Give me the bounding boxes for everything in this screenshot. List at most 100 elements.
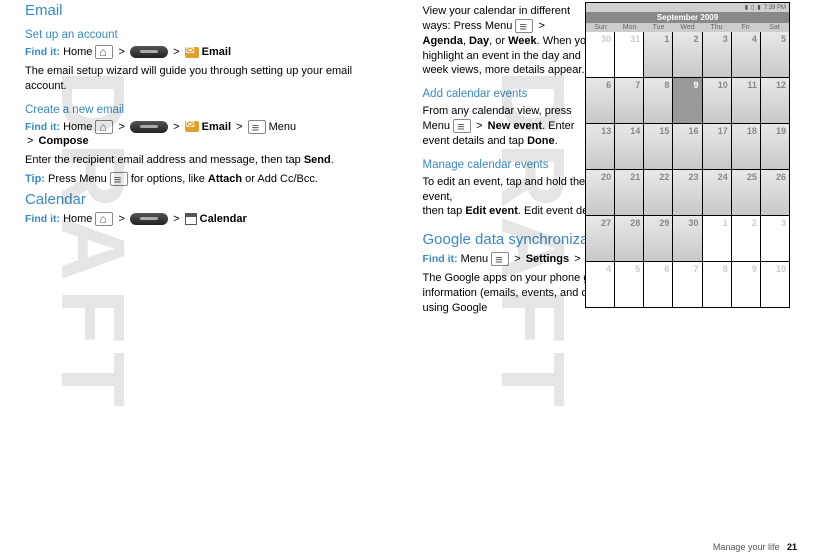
- home-text: Home: [63, 46, 92, 58]
- calendar-cell[interactable]: 24: [703, 170, 731, 215]
- calendar-cell[interactable]: 27: [586, 216, 614, 261]
- menu-text: Menu: [269, 121, 297, 133]
- calendar-cell[interactable]: 5: [615, 262, 643, 307]
- dow-cell: Sat: [760, 23, 789, 32]
- calendar-cell[interactable]: 11: [732, 78, 760, 123]
- gt: >: [236, 121, 242, 133]
- calendar-grid: 3031123456789101112131415161718192021222…: [586, 32, 789, 307]
- menu-icon: [248, 120, 266, 134]
- launcher-icon: [130, 121, 168, 133]
- dow-cell: Wed: [673, 23, 702, 32]
- calendar-cell[interactable]: 8: [703, 262, 731, 307]
- gt: >: [119, 46, 125, 58]
- dow-cell: Tue: [644, 23, 673, 32]
- calendar-cell[interactable]: 13: [586, 124, 614, 169]
- add-events-heading: Add calendar events: [423, 88, 593, 100]
- calendar-icon: [185, 213, 197, 225]
- home-icon: [95, 120, 113, 134]
- gt: >: [119, 213, 125, 225]
- calendar-cell[interactable]: 30: [586, 32, 614, 77]
- calendar-cell[interactable]: 9: [732, 262, 760, 307]
- calendar-cell[interactable]: 22: [644, 170, 672, 215]
- calendar-heading: Calendar: [25, 191, 393, 208]
- home-icon: [95, 45, 113, 59]
- calendar-cell[interactable]: 3: [761, 216, 789, 261]
- dow-cell: Fri: [731, 23, 760, 32]
- menu-icon: [453, 119, 471, 133]
- menu-text: Menu: [461, 253, 489, 265]
- calendar-cell[interactable]: 12: [761, 78, 789, 123]
- send-label: Send: [304, 154, 331, 166]
- calendar-cell[interactable]: 30: [673, 216, 701, 261]
- gt: >: [514, 253, 520, 265]
- findit-line: Find it: Home > > Email: [25, 45, 393, 60]
- settings-label: Settings: [526, 253, 569, 265]
- status-time: 7:39 PM: [764, 5, 786, 11]
- calendar-cell[interactable]: 31: [615, 32, 643, 77]
- email-label: Email: [202, 46, 231, 58]
- calendar-cell[interactable]: 2: [732, 216, 760, 261]
- calendar-cell[interactable]: 6: [586, 78, 614, 123]
- calendar-cell[interactable]: 1: [703, 216, 731, 261]
- calendar-cell[interactable]: 10: [703, 78, 731, 123]
- calendar-cell[interactable]: 1: [644, 32, 672, 77]
- edit-event-label: Edit event: [465, 205, 518, 217]
- calendar-cell[interactable]: 14: [615, 124, 643, 169]
- gt: >: [173, 213, 179, 225]
- tip-label: Tip:: [25, 173, 45, 185]
- tip-paragraph: Tip: Press Menu for options, like Attach…: [25, 172, 393, 187]
- calendar-cell[interactable]: 7: [615, 78, 643, 123]
- calendar-cell[interactable]: 21: [615, 170, 643, 215]
- home-icon: [95, 212, 113, 226]
- calendar-cell[interactable]: 5: [761, 32, 789, 77]
- battery-icon: ▮: [757, 4, 760, 11]
- calendar-cell[interactable]: 25: [732, 170, 760, 215]
- calendar-cell[interactable]: 23: [673, 170, 701, 215]
- setup-paragraph: The email setup wizard will guide you th…: [25, 64, 393, 94]
- calendar-widget: ▮ ▯ ▮ 7:39 PM September 2009 SunMonTueWe…: [585, 2, 790, 308]
- status-bar: ▮ ▯ ▮ 7:39 PM: [586, 3, 789, 12]
- calendar-cell[interactable]: 10: [761, 262, 789, 307]
- calendar-cell[interactable]: 6: [644, 262, 672, 307]
- page-number: 21: [787, 542, 797, 552]
- launcher-icon: [130, 46, 168, 58]
- gt: >: [173, 46, 179, 58]
- calendar-cell[interactable]: 16: [673, 124, 701, 169]
- calendar-cell[interactable]: 8: [644, 78, 672, 123]
- dow-cell: Thu: [702, 23, 731, 32]
- calendar-cell[interactable]: 28: [615, 216, 643, 261]
- calendar-cell[interactable]: 29: [644, 216, 672, 261]
- email-heading: Email: [25, 2, 393, 19]
- add-paragraph: From any calendar view, press Menu > New…: [423, 104, 593, 149]
- dow-cell: Sun: [586, 23, 615, 32]
- menu-icon: [515, 19, 533, 33]
- calendar-cell[interactable]: 2: [673, 32, 701, 77]
- calendar-label: Calendar: [200, 213, 247, 225]
- mail-icon: [185, 47, 199, 58]
- calendar-cell[interactable]: 17: [703, 124, 731, 169]
- calendar-cell[interactable]: 19: [761, 124, 789, 169]
- calendar-cell[interactable]: 7: [673, 262, 701, 307]
- findit-line: Find it: Home > > Calendar: [25, 212, 393, 227]
- findit-label: Find it:: [25, 46, 60, 58]
- email-label: Email: [202, 121, 231, 133]
- done-label: Done: [527, 135, 555, 147]
- calendar-cell[interactable]: 9: [673, 78, 701, 123]
- findit-label: Find it:: [25, 213, 60, 225]
- calendar-cell[interactable]: 20: [586, 170, 614, 215]
- signal-icon: ▮: [745, 4, 748, 11]
- findit-label: Find it:: [423, 253, 458, 265]
- attach-label: Attach: [208, 173, 242, 185]
- calendar-cell[interactable]: 3: [703, 32, 731, 77]
- calendar-cell[interactable]: 18: [732, 124, 760, 169]
- gt: >: [173, 121, 179, 133]
- view-paragraph: View your calendar in different ways: Pr…: [423, 4, 593, 78]
- launcher-icon: [130, 213, 168, 225]
- calendar-cell[interactable]: 4: [586, 262, 614, 307]
- setup-account-heading: Set up an account: [25, 29, 393, 41]
- calendar-cell[interactable]: 26: [761, 170, 789, 215]
- page-footer: Manage your life 21: [713, 542, 797, 552]
- agenda-label: Agenda: [423, 35, 463, 47]
- calendar-cell[interactable]: 4: [732, 32, 760, 77]
- calendar-cell[interactable]: 15: [644, 124, 672, 169]
